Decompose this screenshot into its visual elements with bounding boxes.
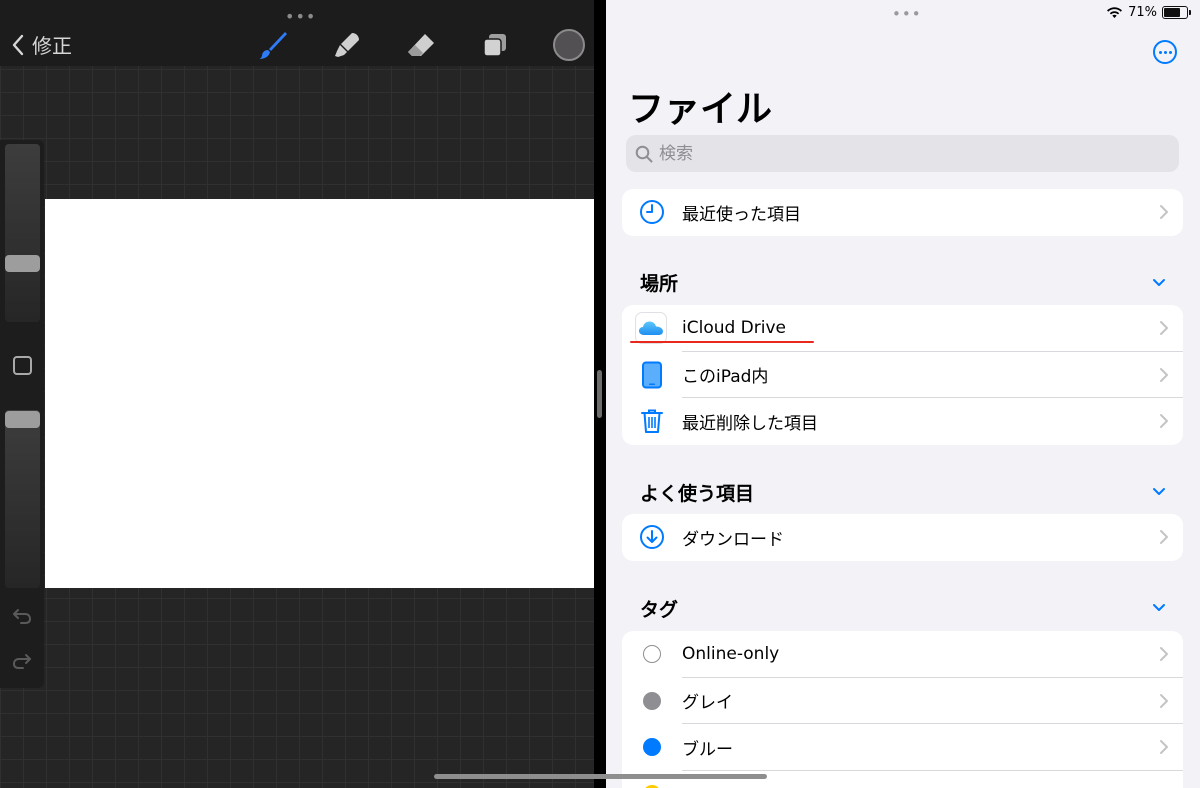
smudge-icon — [335, 33, 359, 57]
procreate-sidebar — [0, 140, 44, 688]
favorite-label: ダウンロード — [682, 529, 784, 550]
recents-label: 最近使った項目 — [682, 204, 801, 225]
eraser-icon — [408, 34, 434, 56]
locations-collapse-chevron-icon[interactable] — [1152, 278, 1166, 287]
chevron-right-icon — [1160, 367, 1168, 382]
battery-percent: 71% — [1128, 5, 1157, 20]
chevron-right-icon — [1160, 321, 1168, 336]
home-indicator[interactable] — [434, 774, 767, 779]
location-label: iCloud Drive — [682, 318, 787, 339]
smudge-tool-button[interactable] — [330, 28, 364, 62]
trash-icon — [639, 408, 665, 434]
favorites-group: ダウンロード — [622, 514, 1183, 561]
recents-row[interactable]: 最近使った項目 — [622, 189, 1183, 236]
color-picker-button[interactable] — [553, 29, 585, 61]
tag-circle-gray-icon — [643, 691, 661, 710]
tag-label: Online-only — [682, 644, 780, 665]
tags-collapse-chevron-icon[interactable] — [1152, 603, 1166, 612]
chevron-right-icon — [1160, 205, 1168, 220]
tag-label: グレイ — [682, 693, 733, 714]
battery-level-fill — [1164, 8, 1180, 17]
redo-button[interactable] — [10, 649, 34, 673]
procreate-toolbar: ••• 修正 — [0, 0, 594, 66]
multitasking-dots-left[interactable]: ••• — [285, 7, 316, 26]
modify-button[interactable] — [13, 356, 32, 375]
battery-icon — [1162, 6, 1191, 19]
search-input[interactable] — [659, 143, 1139, 164]
recents-group: 最近使った項目 — [622, 189, 1183, 236]
opacity-thumb[interactable] — [5, 411, 40, 428]
chevron-right-icon — [1160, 740, 1168, 755]
location-row-icloud-drive[interactable]: iCloud Drive — [622, 305, 1183, 352]
procreate-app: ••• 修正 — [0, 0, 594, 788]
download-icon — [639, 524, 665, 550]
page-title: ファイル — [628, 89, 773, 130]
eraser-tool-button[interactable] — [404, 28, 438, 62]
chevron-right-icon — [1160, 530, 1168, 545]
brush-tool-button[interactable] — [256, 28, 290, 62]
tag-circle-empty-icon — [643, 645, 661, 664]
opacity-slider[interactable] — [5, 410, 40, 588]
tags-group: Online-only グレイ ブルー — [622, 631, 1183, 788]
status-bar: 71% — [1106, 5, 1191, 20]
tag-circle-blue-icon — [643, 738, 661, 757]
multitasking-dots-right[interactable]: ••• — [892, 5, 922, 23]
undo-button[interactable] — [10, 604, 34, 628]
split-view-divider[interactable] — [597, 370, 602, 418]
more-options-button[interactable] — [1153, 40, 1177, 64]
ipad-icon — [639, 361, 665, 389]
location-label: このiPad内 — [682, 367, 769, 388]
tag-row-online-only[interactable]: Online-only — [622, 631, 1183, 678]
brush-size-slider[interactable] — [5, 144, 40, 322]
tags-header: タグ — [640, 599, 679, 621]
wifi-icon — [1107, 7, 1123, 18]
chevron-right-icon — [1160, 647, 1168, 662]
location-row-on-ipad[interactable]: このiPad内 — [622, 352, 1183, 398]
undo-icon — [13, 609, 32, 624]
back-button[interactable]: 修正 — [12, 30, 72, 59]
highlight-underline — [630, 341, 814, 343]
search-icon — [635, 145, 653, 162]
favorite-row-downloads[interactable]: ダウンロード — [622, 514, 1183, 561]
chevron-left-icon — [12, 34, 24, 55]
brush-size-thumb[interactable] — [5, 255, 40, 272]
back-label: 修正 — [32, 34, 72, 58]
chevron-right-icon — [1160, 414, 1168, 429]
favorites-header: よく使う項目 — [640, 483, 755, 505]
location-row-recently-deleted[interactable]: 最近削除した項目 — [622, 398, 1183, 445]
layers-button[interactable] — [478, 28, 512, 62]
redo-icon — [12, 654, 31, 669]
tag-row-blue[interactable]: ブルー — [622, 724, 1183, 771]
location-label: 最近削除した項目 — [682, 413, 818, 434]
icloud-icon — [635, 312, 667, 345]
clock-icon — [639, 199, 665, 225]
files-app: ••• 71% ファイル 検索 最近使った項目 場所 iCloud Drive … — [606, 0, 1200, 788]
search-field[interactable] — [626, 135, 1179, 172]
locations-group: iCloud Drive このiPad内 最近削除した項目 — [622, 305, 1183, 445]
layers-icon — [483, 34, 506, 57]
chevron-right-icon — [1160, 693, 1168, 708]
drawing-canvas[interactable] — [45, 199, 594, 588]
locations-header: 場所 — [640, 273, 679, 295]
tag-label: ブルー — [682, 739, 733, 760]
favorites-collapse-chevron-icon[interactable] — [1152, 487, 1166, 496]
brush-icon — [259, 32, 287, 59]
tag-row-gray[interactable]: グレイ — [622, 678, 1183, 724]
